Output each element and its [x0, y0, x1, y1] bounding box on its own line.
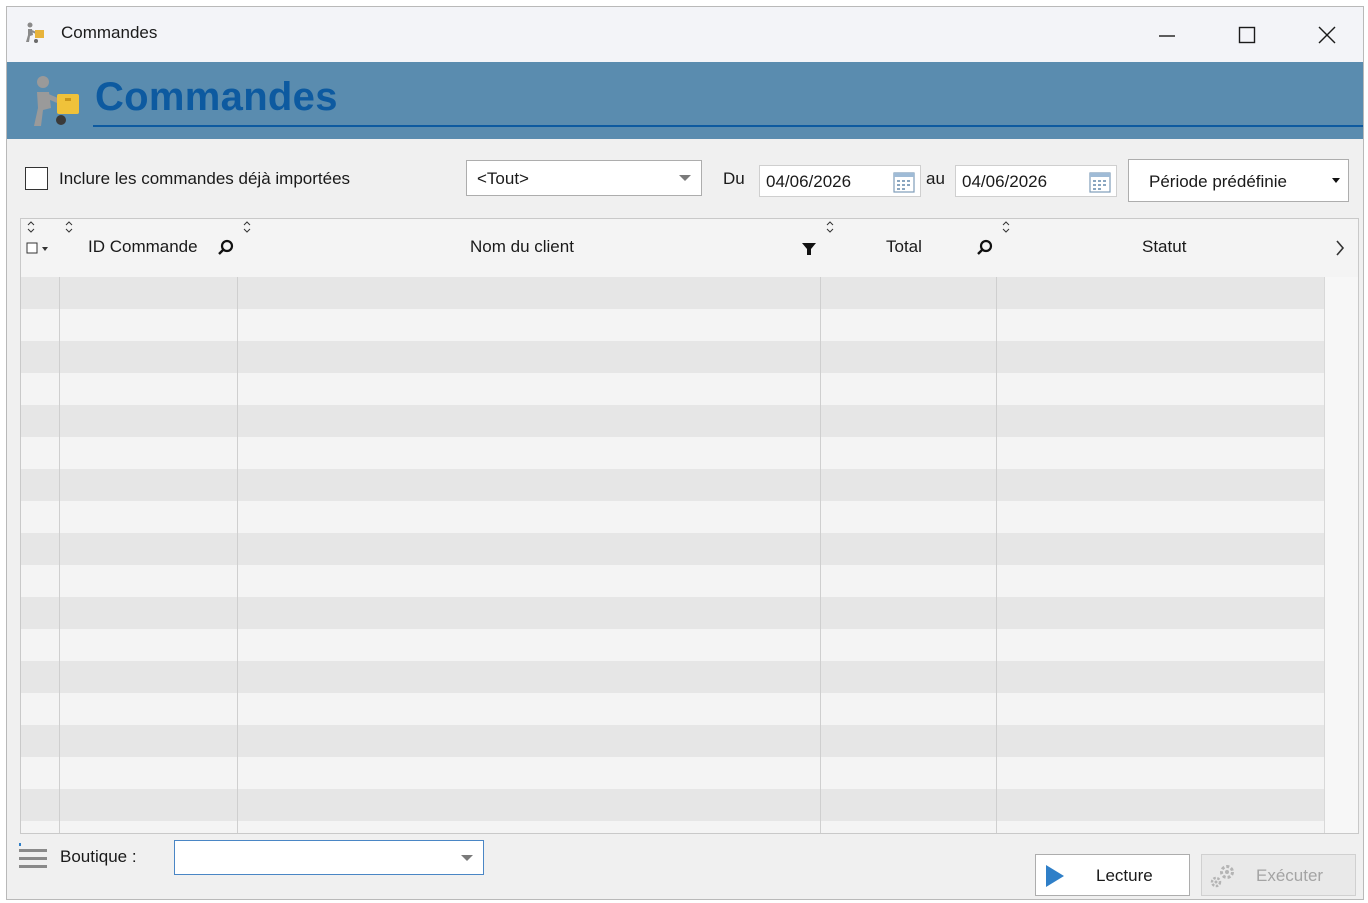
type-select-value: <Tout> — [477, 169, 529, 188]
include-imported-checkbox[interactable] — [25, 167, 48, 190]
filter-icon[interactable] — [801, 241, 817, 257]
predefined-period-label: Période prédéfinie — [1149, 172, 1287, 191]
calendar-icon[interactable] — [892, 170, 916, 194]
chevron-down-icon — [679, 175, 691, 181]
column-divider — [59, 277, 60, 833]
column-divider — [996, 277, 997, 833]
sort-icon[interactable] — [1002, 221, 1010, 233]
column-header-total[interactable]: Total — [820, 219, 996, 277]
to-date-field[interactable]: 04/06/2026 — [955, 165, 1117, 197]
table-row[interactable] — [21, 757, 1324, 789]
calendar-icon[interactable] — [1088, 170, 1112, 194]
sort-icon[interactable] — [826, 221, 834, 233]
page-title: Commandes — [95, 75, 338, 119]
table-row[interactable] — [21, 405, 1324, 437]
table-row[interactable] — [21, 341, 1324, 373]
search-icon[interactable] — [976, 239, 994, 257]
delivery-person-icon — [34, 76, 79, 126]
column-label-nom-client: Nom du client — [470, 237, 574, 256]
column-label-statut: Statut — [1142, 237, 1187, 256]
chevron-down-icon — [461, 855, 473, 861]
table-row[interactable] — [21, 373, 1324, 405]
from-label: Du — [723, 169, 745, 188]
executer-button-label: Exécuter — [1256, 866, 1324, 885]
table-row[interactable] — [21, 629, 1324, 661]
table-row[interactable] — [21, 501, 1324, 533]
minimize-button[interactable] — [1127, 7, 1207, 62]
from-date-value: 04/06/2026 — [766, 172, 852, 191]
column-header-select[interactable] — [21, 219, 59, 277]
table-row[interactable] — [21, 437, 1324, 469]
sort-icon[interactable] — [65, 221, 73, 233]
gears-icon — [1210, 865, 1234, 888]
maximize-button[interactable] — [1207, 7, 1287, 62]
list-menu-icon[interactable] — [19, 843, 49, 875]
column-header-nom-client[interactable]: Nom du client — [237, 219, 820, 277]
type-select[interactable]: <Tout> — [466, 160, 702, 196]
search-icon[interactable] — [217, 239, 235, 257]
vertical-scrollbar[interactable] — [1324, 277, 1358, 833]
to-date-value: 04/06/2026 — [962, 172, 1048, 191]
table-row[interactable] — [21, 725, 1324, 757]
window-title: Commandes — [61, 23, 158, 42]
boutique-label: Boutique : — [60, 847, 137, 866]
header-banner: Commandes — [7, 62, 1363, 139]
table-row[interactable] — [21, 789, 1324, 821]
sort-icon[interactable] — [243, 221, 251, 233]
table-body — [21, 277, 1324, 833]
predefined-period-button[interactable]: Période prédéfinie — [1128, 159, 1349, 202]
minimize-icon — [1159, 34, 1175, 37]
table-header: ID Commande Nom du client Total Statut — [21, 219, 1358, 277]
column-label-total: Total — [886, 237, 922, 256]
select-checkbox-icon[interactable] — [26, 241, 50, 255]
table-row[interactable] — [21, 469, 1324, 501]
caret-down-icon — [1332, 178, 1340, 183]
table-row[interactable] — [21, 309, 1324, 341]
table-row[interactable] — [21, 277, 1324, 309]
executer-button[interactable]: Exécuter — [1201, 854, 1356, 896]
table-row[interactable] — [21, 597, 1324, 629]
commandes-window: Commandes Commandes Inclure les commande… — [6, 6, 1364, 900]
boutique-select[interactable] — [174, 840, 484, 875]
lecture-button-label: Lecture — [1096, 866, 1153, 885]
from-date-field[interactable]: 04/06/2026 — [759, 165, 921, 197]
column-header-statut[interactable]: Statut — [996, 219, 1358, 277]
include-imported-label: Inclure les commandes déjà importées — [59, 169, 351, 188]
table-row[interactable] — [21, 693, 1324, 725]
close-button[interactable] — [1287, 7, 1363, 62]
lecture-button[interactable]: Lecture — [1035, 854, 1190, 896]
title-underline — [93, 125, 1363, 127]
sort-icon[interactable] — [27, 221, 35, 233]
column-divider — [237, 277, 238, 833]
column-label-id-commande: ID Commande — [88, 237, 198, 256]
delivery-person-icon — [26, 22, 44, 43]
table-row[interactable] — [21, 821, 1324, 833]
maximize-icon — [1238, 26, 1256, 43]
chevron-right-icon[interactable] — [1334, 239, 1346, 257]
table-row[interactable] — [21, 661, 1324, 693]
title-bar: Commandes — [7, 7, 1363, 62]
orders-table: ID Commande Nom du client Total Statut — [20, 218, 1359, 834]
column-header-id-commande[interactable]: ID Commande — [59, 219, 237, 277]
column-divider — [820, 277, 821, 833]
table-row[interactable] — [21, 533, 1324, 565]
table-row[interactable] — [21, 565, 1324, 597]
to-label: au — [926, 169, 945, 188]
close-icon — [1318, 26, 1336, 43]
play-icon — [1046, 865, 1064, 887]
